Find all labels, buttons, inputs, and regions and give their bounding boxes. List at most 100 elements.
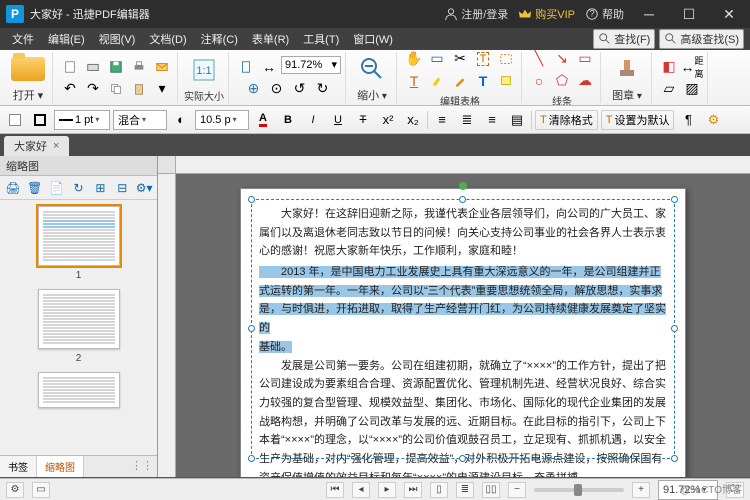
thumb-print-button[interactable]: 🖨 xyxy=(3,178,23,198)
area-button[interactable]: ▨ xyxy=(681,78,703,100)
thumb-enlarge-button[interactable]: ⊞ xyxy=(90,178,110,198)
sb-single-page-button[interactable]: ▯ xyxy=(430,482,448,498)
rotate-left-button[interactable]: ↺ xyxy=(289,78,311,100)
find-button[interactable]: 查找(F) xyxy=(593,29,655,49)
maximize-button[interactable]: ☐ xyxy=(674,6,704,23)
side-tab-bookmarks[interactable]: 书签 xyxy=(0,456,37,477)
snapshot-button[interactable]: ✂ xyxy=(449,50,471,70)
thumbnail-page-1[interactable] xyxy=(38,206,120,266)
buy-vip-button[interactable]: 购买VIP xyxy=(518,6,575,22)
zoom-out-button[interactable] xyxy=(352,52,392,86)
hand-tool-button[interactable]: ✋ xyxy=(403,50,425,70)
doc-tab-active[interactable]: 大家好 × xyxy=(4,136,69,156)
page-canvas[interactable]: 大家好！在这辞旧迎新之际，我谨代表企业各层领导们，向公司的广大员工、家属们以及离… xyxy=(240,188,686,477)
actual-size-button[interactable]: 1:1 xyxy=(184,52,224,87)
thumb-delete-button[interactable]: 🗑 xyxy=(25,178,45,198)
bold-button[interactable]: B xyxy=(277,109,299,131)
close-tab-icon[interactable]: × xyxy=(53,140,59,152)
zoom-slider[interactable] xyxy=(534,488,624,492)
sb-next-page-button[interactable]: ▸ xyxy=(378,482,396,498)
text-tool-button[interactable]: T xyxy=(403,70,425,92)
oval-button[interactable]: ○ xyxy=(528,70,550,92)
sb-layout-button[interactable]: ▭ xyxy=(32,482,50,498)
italic-button[interactable]: I xyxy=(302,109,324,131)
add-text-button[interactable]: T xyxy=(472,70,494,92)
blend-combo[interactable]: 混合▾ xyxy=(113,110,167,130)
superscript-button[interactable]: x² xyxy=(377,109,399,131)
document-scroll-area[interactable]: 大家好！在这辞旧迎新之际，我谨代表企业各层领导们，向公司的广大员工、家属们以及离… xyxy=(176,174,750,477)
thumbnail-page-3[interactable] xyxy=(38,372,120,408)
sb-continuous-button[interactable]: ≣ xyxy=(456,482,474,498)
cloud-button[interactable]: ☁ xyxy=(574,70,596,92)
side-tab-grip-icon[interactable]: ⋮⋮ xyxy=(127,456,157,477)
copy-button[interactable] xyxy=(105,78,127,100)
perimeter-button[interactable]: ▱ xyxy=(658,78,680,100)
thumb-options-button[interactable]: ⚙▾ xyxy=(134,178,154,198)
subscript-button[interactable]: x₂ xyxy=(402,109,424,131)
set-default-button[interactable]: T设置为默认 xyxy=(601,110,675,130)
open-button[interactable] xyxy=(8,52,48,86)
opacity-button[interactable]: ◐ xyxy=(170,109,192,131)
eraser-button[interactable]: ◧ xyxy=(658,56,680,78)
thumbnail-page-2[interactable] xyxy=(38,289,120,349)
page-text-content[interactable]: 大家好！在这辞旧迎新之际，我谨代表企业各层领导们，向公司的广大员工、家属们以及离… xyxy=(241,189,685,477)
more-tools-button[interactable]: ▾ xyxy=(151,78,173,100)
thumb-reduce-button[interactable]: ⊟ xyxy=(112,178,132,198)
sb-facing-button[interactable]: ▯▯ xyxy=(482,482,500,498)
zoom-100-button[interactable]: ⊙ xyxy=(266,78,288,100)
edit-object-button[interactable] xyxy=(495,50,517,70)
menu-edit[interactable]: 编辑(E) xyxy=(42,29,91,49)
note-button[interactable] xyxy=(495,70,517,92)
close-button[interactable]: ✕ xyxy=(714,6,744,23)
scan-button[interactable] xyxy=(82,56,104,78)
fit-page-button[interactable] xyxy=(235,56,257,78)
paragraph-button[interactable]: ¶ xyxy=(677,109,699,131)
highlight-button[interactable] xyxy=(426,70,448,92)
select-tool-button[interactable]: ▭ xyxy=(426,50,448,70)
align-center-button[interactable]: ≣ xyxy=(456,109,478,131)
sb-first-page-button[interactable]: ⏮ xyxy=(326,482,344,498)
save-button[interactable] xyxy=(105,56,127,78)
pencil-button[interactable] xyxy=(449,70,471,92)
help-button[interactable]: ? 帮助 xyxy=(585,6,624,22)
advanced-find-button[interactable]: 高级查找(S) xyxy=(659,29,744,49)
redo-button[interactable]: ↷ xyxy=(82,78,104,100)
thumb-rotate-button[interactable]: ↻ xyxy=(69,178,89,198)
sb-prev-page-button[interactable]: ◂ xyxy=(352,482,370,498)
align-justify-button[interactable]: ▤ xyxy=(506,109,528,131)
zoom-slider-knob[interactable] xyxy=(574,484,582,496)
menu-view[interactable]: 视图(V) xyxy=(93,29,142,49)
menu-file[interactable]: 文件 xyxy=(6,29,40,49)
line-button[interactable]: ╲ xyxy=(528,50,550,70)
sb-options-button[interactable]: ⚙ xyxy=(6,482,24,498)
sb-last-page-button[interactable]: ⏭ xyxy=(404,482,422,498)
menu-tools[interactable]: 工具(T) xyxy=(297,29,345,49)
register-login-button[interactable]: 注册/登录 xyxy=(444,6,508,22)
print-button[interactable] xyxy=(128,56,150,78)
thumb-insert-button[interactable]: 📄 xyxy=(47,178,67,198)
stroke-color-button[interactable] xyxy=(29,109,51,131)
arrow-button[interactable]: ↘ xyxy=(551,50,573,70)
clear-format-button[interactable]: T清除格式 xyxy=(535,110,598,130)
sb-zoom-in-button[interactable]: + xyxy=(632,482,650,498)
menu-document[interactable]: 文档(D) xyxy=(143,29,192,49)
paste-button[interactable] xyxy=(128,78,150,100)
stamp-button[interactable] xyxy=(607,52,647,86)
zoom-in-button[interactable]: ⊕ xyxy=(243,78,265,100)
strike-button[interactable]: T xyxy=(352,109,374,131)
minimize-button[interactable]: ─ xyxy=(634,6,664,22)
font-size-combo[interactable]: 10.5 p▾ xyxy=(195,110,249,130)
font-color-button[interactable]: A xyxy=(252,109,274,131)
undo-button[interactable]: ↶ xyxy=(59,78,81,100)
zoom-combo[interactable]: 91.72%▾ xyxy=(281,56,341,74)
underline-button[interactable]: U xyxy=(327,109,349,131)
fit-width-button[interactable]: ↔ xyxy=(258,56,280,78)
side-tab-thumbnails[interactable]: 缩略图 xyxy=(37,456,84,477)
distance-button[interactable]: ↔距离 xyxy=(681,56,703,78)
align-right-button[interactable]: ≡ xyxy=(481,109,503,131)
options-button[interactable]: ⚙ xyxy=(702,109,724,131)
align-left-button[interactable]: ≡ xyxy=(431,109,453,131)
menu-window[interactable]: 窗口(W) xyxy=(347,29,399,49)
new-doc-button[interactable] xyxy=(59,56,81,78)
polygon-button[interactable]: ⬠ xyxy=(551,70,573,92)
